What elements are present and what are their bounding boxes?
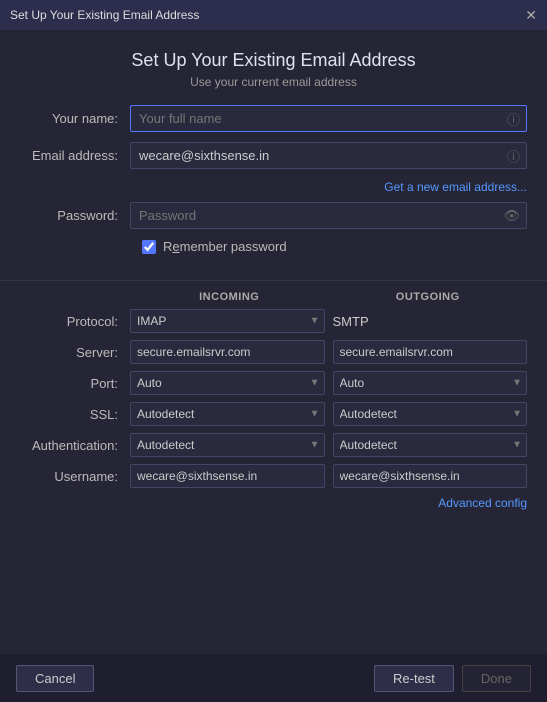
done-button[interactable]: Done (462, 665, 531, 692)
outgoing-port-wrap: Auto 465 587 ▼ (333, 371, 528, 395)
incoming-username-wrap (130, 464, 325, 488)
protocol-inputs: IMAP POP3 ▼ SMTP (130, 309, 527, 333)
incoming-username-input[interactable] (130, 464, 325, 488)
auth-row: Authentication: Autodetect Normal passwo… (20, 433, 527, 457)
remember-checkbox[interactable] (142, 240, 156, 254)
remember-label: Remember password (163, 239, 287, 254)
incoming-ssl-select[interactable]: Autodetect SSL/TLS STARTTLS None (130, 402, 325, 426)
footer: Cancel Re-test Done (0, 654, 547, 702)
ssl-inputs: Autodetect SSL/TLS STARTTLS None ▼ Autod… (130, 402, 527, 426)
incoming-port-wrap: Auto 993 143 ▼ (130, 371, 325, 395)
email-input-wrapper: ⓘ (130, 142, 527, 169)
password-row: Password: 👁 (20, 202, 527, 229)
outgoing-username-wrap (333, 464, 528, 488)
server-inputs (130, 340, 527, 364)
retest-button[interactable]: Re-test (374, 665, 454, 692)
port-inputs: Auto 993 143 ▼ Auto 465 587 ▼ (130, 371, 527, 395)
form-section: Your name: ⓘ Email address: ⓘ Get a new … (0, 105, 547, 268)
get-email-row: Get a new email address... (20, 179, 527, 194)
auth-label: Authentication: (20, 438, 130, 453)
name-input[interactable] (130, 105, 527, 132)
email-label: Email address: (20, 148, 130, 163)
port-row: Port: Auto 993 143 ▼ Auto 465 587 (20, 371, 527, 395)
title-bar-text: Set Up Your Existing Email Address (10, 8, 199, 22)
outgoing-header: OUTGOING (329, 291, 528, 303)
outgoing-server-input[interactable] (333, 340, 528, 364)
name-label: Your name: (20, 111, 130, 126)
incoming-server-wrap (130, 340, 325, 364)
server-label: Server: (20, 345, 130, 360)
incoming-protocol-wrap: IMAP POP3 ▼ (130, 309, 325, 333)
name-row: Your name: ⓘ (20, 105, 527, 132)
incoming-server-input[interactable] (130, 340, 325, 364)
name-input-wrapper: ⓘ (130, 105, 527, 132)
title-bar: Set Up Your Existing Email Address ✕ (0, 0, 547, 30)
ssl-label: SSL: (20, 407, 130, 422)
incoming-ssl-wrap: Autodetect SSL/TLS STARTTLS None ▼ (130, 402, 325, 426)
dialog-title: Set Up Your Existing Email Address (20, 50, 527, 71)
outgoing-server-wrap (333, 340, 528, 364)
advanced-config-link[interactable]: Advanced config (438, 496, 527, 510)
username-row: Username: (20, 464, 527, 488)
protocol-label: Protocol: (20, 314, 130, 329)
header-section: Set Up Your Existing Email Address Use y… (0, 30, 547, 105)
get-email-link[interactable]: Get a new email address... (384, 180, 527, 194)
outgoing-auth-wrap: Autodetect Normal password OAuth2 ▼ (333, 433, 528, 457)
port-label: Port: (20, 376, 130, 391)
ssl-row: SSL: Autodetect SSL/TLS STARTTLS None ▼ … (20, 402, 527, 426)
protocol-row: Protocol: IMAP POP3 ▼ SMTP (20, 309, 527, 333)
server-row: Server: (20, 340, 527, 364)
outgoing-ssl-wrap: Autodetect SSL/TLS STARTTLS None ▼ (333, 402, 528, 426)
remember-row: Remember password (20, 239, 527, 254)
outgoing-port-select[interactable]: Auto 465 587 (333, 371, 528, 395)
show-password-button[interactable]: 👁 (503, 208, 520, 224)
incoming-port-select[interactable]: Auto 993 143 (130, 371, 325, 395)
outgoing-ssl-select[interactable]: Autodetect SSL/TLS STARTTLS None (333, 402, 528, 426)
server-section: INCOMING OUTGOING Protocol: IMAP POP3 ▼ … (0, 281, 547, 654)
outgoing-protocol-label: SMTP (333, 314, 528, 329)
incoming-protocol-select[interactable]: IMAP POP3 (130, 309, 325, 333)
server-headers: INCOMING OUTGOING (20, 281, 527, 303)
incoming-header: INCOMING (130, 291, 329, 303)
cancel-button[interactable]: Cancel (16, 665, 94, 692)
incoming-auth-wrap: Autodetect Normal password OAuth2 ▼ (130, 433, 325, 457)
dialog-body: Set Up Your Existing Email Address Use y… (0, 30, 547, 654)
email-input[interactable] (130, 142, 527, 169)
email-row: Email address: ⓘ (20, 142, 527, 169)
footer-right: Re-test Done (374, 665, 531, 692)
password-label: Password: (20, 208, 130, 223)
username-inputs (130, 464, 527, 488)
dialog-subtitle: Use your current email address (20, 75, 527, 89)
password-input-wrapper: 👁 (130, 202, 527, 229)
outgoing-auth-select[interactable]: Autodetect Normal password OAuth2 (333, 433, 528, 457)
outgoing-username-input[interactable] (333, 464, 528, 488)
advanced-config-row: Advanced config (20, 495, 527, 510)
close-button[interactable]: ✕ (525, 8, 537, 22)
username-label: Username: (20, 469, 130, 484)
incoming-auth-select[interactable]: Autodetect Normal password OAuth2 (130, 433, 325, 457)
password-input[interactable] (130, 202, 527, 229)
auth-inputs: Autodetect Normal password OAuth2 ▼ Auto… (130, 433, 527, 457)
